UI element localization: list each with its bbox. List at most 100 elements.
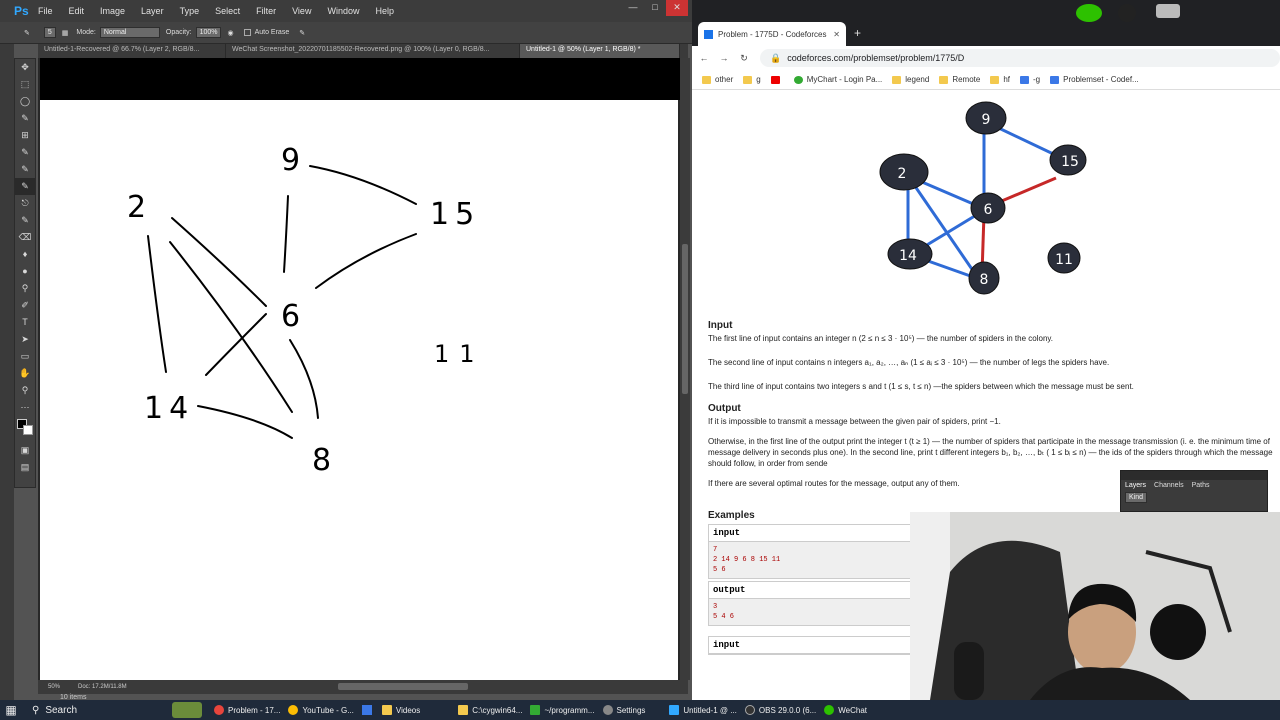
- screen-mode-icon[interactable]: ▤: [15, 459, 35, 476]
- auto-erase-checkbox[interactable]: [243, 29, 251, 36]
- example-input-body[interactable]: 7 2 14 9 6 8 15 11 5 6: [709, 542, 917, 578]
- bookmark-g[interactable]: g: [743, 75, 761, 84]
- marquee-tool-icon[interactable]: ⬚: [15, 76, 35, 93]
- path-select-icon[interactable]: ➤: [15, 331, 35, 348]
- healing-brush-icon[interactable]: ✎: [15, 161, 35, 178]
- zoom-tool-icon[interactable]: ⚲: [15, 382, 35, 399]
- reload-icon[interactable]: ↻: [736, 53, 752, 64]
- wechat-icon: [824, 705, 835, 715]
- brush-size-picker[interactable]: 5: [43, 27, 56, 38]
- zoom-level[interactable]: 50%: [48, 684, 60, 690]
- taskbar-terminal[interactable]: ~/programm...: [530, 705, 595, 715]
- crop-tool-icon[interactable]: ⊞: [15, 127, 35, 144]
- windows-taskbar: ▦ ⚲ Search Problem - 17... YouTube - G..…: [0, 700, 1280, 720]
- menu-file[interactable]: File: [38, 6, 53, 16]
- pressure-opacity-icon[interactable]: ◉: [227, 29, 233, 37]
- quick-select-icon[interactable]: ✎: [15, 110, 35, 127]
- app-icon[interactable]: [361, 705, 372, 715]
- doc-tab-active[interactable]: Untitled-1 @ 50% (Layer 1, RGB/8) *: [520, 44, 680, 58]
- blur-tool-icon[interactable]: ●: [15, 263, 35, 280]
- history-brush-icon[interactable]: ✎: [15, 212, 35, 229]
- eyedropper-icon[interactable]: ✎: [15, 144, 35, 161]
- taskbar-youtube[interactable]: YouTube - G...: [288, 705, 354, 715]
- taskbar-photoshop[interactable]: Untitled-1 @ ...: [669, 705, 737, 715]
- menu-image[interactable]: Image: [100, 6, 125, 16]
- bookmark-remote[interactable]: Remote: [939, 75, 980, 84]
- bookmark-hf[interactable]: hf: [990, 75, 1010, 84]
- maximize-icon[interactable]: □: [644, 0, 666, 16]
- drawing-canvas[interactable]: 9 2 15 6 14 11 8: [40, 100, 678, 680]
- node-label-8: 8: [312, 443, 331, 478]
- quick-mask-icon[interactable]: ▣: [15, 442, 35, 459]
- bookmark-legend[interactable]: legend: [892, 75, 929, 84]
- dodge-tool-icon[interactable]: ⚲: [15, 280, 35, 297]
- hand-tool-icon[interactable]: ✋: [15, 365, 35, 382]
- color-swatches-icon[interactable]: [15, 416, 35, 442]
- close-icon[interactable]: ✕: [666, 0, 688, 16]
- more-tools-icon[interactable]: ⋯: [15, 399, 35, 416]
- bookmark-mychart[interactable]: MyChart - Login Pa...: [793, 75, 882, 84]
- tab-layers[interactable]: Layers: [1125, 482, 1146, 489]
- back-icon[interactable]: ←: [696, 53, 712, 63]
- minimize-icon[interactable]: —: [622, 0, 644, 16]
- tab-paths[interactable]: Paths: [1192, 482, 1210, 489]
- lasso-tool-icon[interactable]: ◯: [15, 93, 35, 110]
- shape-tool-icon[interactable]: ▭: [15, 348, 35, 365]
- search-icon: ⚲: [32, 704, 40, 716]
- brush-panel-icon[interactable]: ▦: [62, 29, 69, 37]
- ps-left-strip: [0, 44, 14, 700]
- bookmark-youtube[interactable]: [770, 75, 784, 84]
- search-label: Search: [45, 704, 78, 716]
- taskbar-videos[interactable]: Videos: [381, 705, 420, 715]
- pen-tool-icon[interactable]: ✐: [15, 297, 35, 314]
- input-heading: Input: [708, 320, 733, 331]
- stamp-tool-icon[interactable]: ⎋: [15, 195, 35, 212]
- pressure-size-icon[interactable]: ✎: [299, 29, 305, 37]
- node-label-6: 6: [281, 299, 300, 334]
- horizontal-scroll-thumb[interactable]: [338, 683, 468, 690]
- tab-channels[interactable]: Channels: [1154, 482, 1184, 489]
- menu-view[interactable]: View: [292, 6, 311, 16]
- windows-start-icon[interactable]: ▦: [0, 703, 22, 717]
- menu-window[interactable]: Window: [327, 6, 359, 16]
- app-tray-icon[interactable]: [1156, 4, 1180, 18]
- brush-tool-icon[interactable]: ✎: [15, 178, 35, 195]
- url-bar[interactable]: 🔒 codeforces.com/problemset/problem/1775…: [760, 49, 1280, 67]
- type-tool-icon[interactable]: T: [15, 314, 35, 331]
- taskbar-search[interactable]: ⚲ Search: [22, 700, 172, 720]
- taskbar-cygwin[interactable]: C:\cygwin64...: [458, 705, 522, 715]
- forward-icon[interactable]: →: [716, 53, 732, 63]
- taskbar-settings[interactable]: Settings: [602, 705, 645, 715]
- scroll-thumb[interactable]: [682, 244, 688, 394]
- close-tab-icon[interactable]: ✕: [833, 30, 840, 39]
- new-tab-icon[interactable]: +: [854, 26, 861, 40]
- opacity-input[interactable]: 100%: [195, 27, 222, 38]
- move-tool-icon[interactable]: ✥: [15, 59, 35, 76]
- wechat-tray-icon[interactable]: [1076, 4, 1102, 22]
- taskbar-obs[interactable]: OBS 29.0.0 (6...: [744, 705, 816, 715]
- eraser-tool-icon[interactable]: ⌫: [15, 229, 35, 246]
- brush-tool-icon[interactable]: ✎: [24, 29, 30, 37]
- tab-codeforces[interactable]: Problem - 1775D - Codeforces ✕: [698, 22, 846, 46]
- bookmark-problemset[interactable]: Problemset - Codef...: [1050, 75, 1139, 84]
- spider-graph-illustration: 9 2 15 6 14 11 8: [879, 101, 1087, 295]
- menu-help[interactable]: Help: [375, 6, 394, 16]
- menu-edit[interactable]: Edit: [69, 6, 85, 16]
- bookmark-other[interactable]: other: [702, 75, 733, 84]
- qq-tray-icon[interactable]: [1118, 4, 1136, 22]
- menu-select[interactable]: Select: [215, 6, 240, 16]
- taskbar-chrome[interactable]: Problem - 17...: [214, 705, 280, 715]
- menu-layer[interactable]: Layer: [141, 6, 164, 16]
- doc-tab[interactable]: WeChat Screenshot_20220701185502-Recover…: [226, 44, 520, 58]
- kind-filter[interactable]: Kind: [1125, 492, 1148, 503]
- menu-type[interactable]: Type: [180, 6, 200, 16]
- menu-filter[interactable]: Filter: [256, 6, 276, 16]
- example-output-body[interactable]: 3 5 4 6: [709, 599, 917, 625]
- bucket-tool-icon[interactable]: ♦: [15, 246, 35, 263]
- edge-9-15: [309, 165, 417, 205]
- doc-tab[interactable]: Untitled-1-Recovered @ 66.7% (Layer 2, R…: [38, 44, 226, 58]
- canvas-vertical-scrollbar[interactable]: [680, 58, 690, 680]
- bookmark-g2[interactable]: -g: [1020, 75, 1040, 84]
- taskbar-wechat[interactable]: WeChat: [824, 705, 867, 715]
- mode-select[interactable]: Normal: [99, 27, 160, 38]
